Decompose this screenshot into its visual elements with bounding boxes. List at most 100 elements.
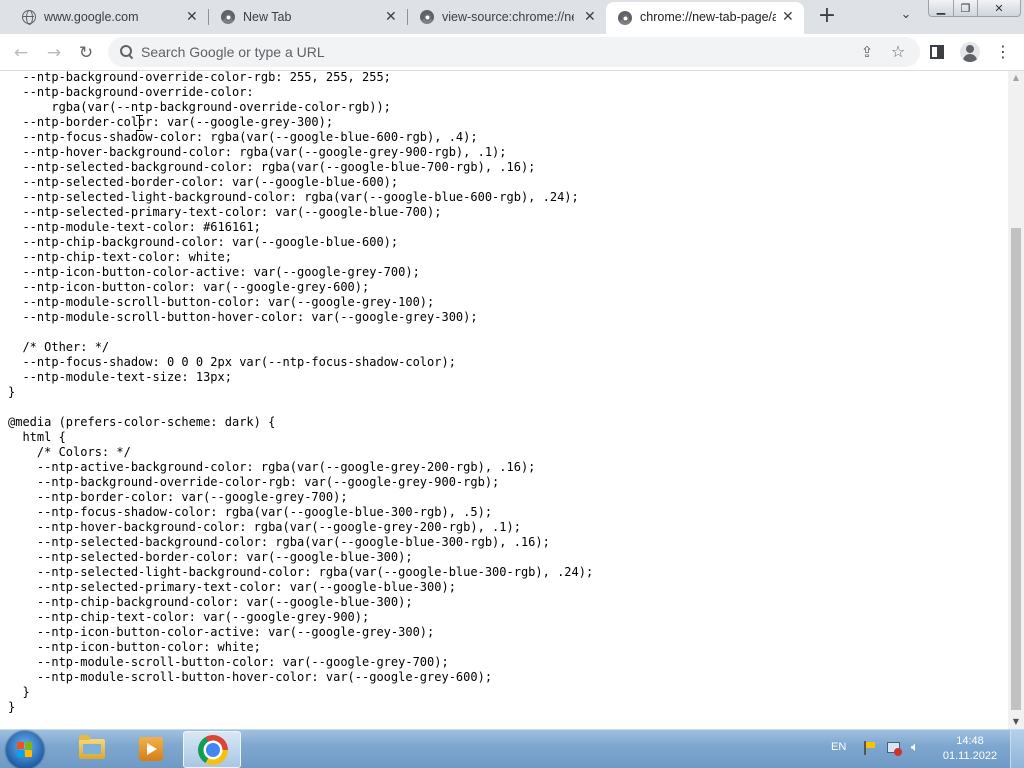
arrow-right-icon: → — [46, 43, 62, 63]
source-line: --ntp-focus-shadow: 0 0 0 2px var(--ntp-… — [8, 355, 456, 369]
source-view[interactable]: --ntp-background-override-color-rgb: 255… — [0, 71, 1008, 729]
clock[interactable]: 14:48 01.11.2022 — [938, 734, 1002, 764]
action-center-flag-icon[interactable] — [861, 740, 877, 756]
network-icon[interactable] — [886, 740, 902, 756]
tab-google[interactable]: www.google.com ✕ — [8, 0, 208, 34]
source-line: --ntp-selected-primary-text-color: var(-… — [8, 205, 442, 219]
source-line: --ntp-border-color: var(--google-grey-70… — [8, 490, 348, 504]
scroll-up-arrow-icon[interactable]: ▲ — [1008, 71, 1024, 85]
chrome-icon — [221, 10, 235, 24]
source-line: --ntp-module-scroll-button-color: var(--… — [8, 295, 435, 309]
source-line: --ntp-background-override-color-rgb: 255… — [8, 71, 391, 84]
share-icon[interactable]: ⇪ — [858, 43, 876, 61]
tab-new-tab[interactable]: New Tab ✕ — [209, 0, 407, 34]
browser-toolbar: ← → ↻ ⇪ ☆ ⋮ — [0, 34, 1024, 71]
minimize-icon: ▁ — [936, 1, 946, 15]
volume-icon[interactable]: 🔈︎ — [911, 740, 927, 756]
taskbar-item-chrome[interactable] — [183, 731, 241, 768]
close-icon[interactable]: ✕ — [186, 10, 198, 24]
windows-logo-icon — [17, 742, 33, 758]
source-line: --ntp-active-background-color: rgba(var(… — [8, 460, 536, 474]
source-line: --ntp-background-override-color-rgb: var… — [8, 475, 500, 489]
source-line: --ntp-selected-border-color: var(--googl… — [8, 175, 399, 189]
source-code: --ntp-background-override-color-rgb: 255… — [8, 71, 593, 715]
source-line: --ntp-selected-light-background-color: r… — [8, 190, 579, 204]
tab-search-chevron-icon[interactable]: ⌄ — [897, 7, 915, 25]
back-button[interactable]: ← — [9, 41, 33, 65]
source-line: --ntp-selected-light-background-color: r… — [8, 565, 594, 579]
source-line: --ntp-icon-button-color-active: var(--go… — [8, 265, 420, 279]
scrollbar-thumb[interactable] — [1011, 228, 1021, 710]
source-line: --ntp-chip-text-color: white; — [8, 250, 232, 264]
taskbar: EN 🔈︎ 14:48 01.11.2022 — [0, 729, 1024, 768]
source-line: --ntp-icon-button-color: var(--google-gr… — [8, 280, 370, 294]
bookmark-star-icon[interactable]: ☆ — [889, 42, 907, 61]
chrome-icon — [618, 11, 632, 25]
source-line: --ntp-module-scroll-button-color: var(--… — [8, 655, 449, 669]
source-line: --ntp-background-override-color: — [8, 85, 254, 99]
source-line: } — [8, 700, 16, 714]
source-line: @media (prefers-color-scheme: dark) { — [8, 415, 276, 429]
clock-time: 14:48 — [956, 735, 984, 747]
scroll-down-arrow-icon[interactable]: ▼ — [1008, 715, 1024, 729]
source-line: rgba(var(--ntp-background-override-color… — [8, 100, 391, 114]
arrow-left-icon: ← — [13, 43, 29, 63]
source-line: --ntp-module-text-size: 13px; — [8, 370, 232, 384]
source-line: --ntp-icon-button-color-active: var(--go… — [8, 625, 435, 639]
close-icon: ✕ — [994, 1, 1004, 15]
source-line: html { — [8, 430, 66, 444]
start-button[interactable] — [6, 731, 44, 768]
source-line: --ntp-chip-text-color: var(--google-grey… — [8, 610, 370, 624]
reload-button[interactable]: ↻ — [74, 41, 98, 65]
media-player-icon — [139, 737, 163, 761]
tab-strip: www.google.com ✕ New Tab ✕ view-source:c… — [0, 0, 1024, 34]
source-line — [8, 325, 593, 340]
source-line: --ntp-hover-background-color: rgba(var(-… — [8, 520, 521, 534]
source-line: --ntp-selected-background-color: rgba(va… — [8, 160, 536, 174]
source-line: /* Colors: */ — [8, 445, 131, 459]
close-icon[interactable]: ✕ — [782, 10, 794, 24]
clock-date: 01.11.2022 — [942, 750, 998, 762]
taskbar-item-media-player[interactable] — [122, 731, 180, 768]
source-line: --ntp-selected-border-color: var(--googl… — [8, 550, 413, 564]
tab-title: New Tab — [243, 10, 292, 24]
show-desktop-button[interactable] — [1010, 730, 1024, 768]
source-line: /* Other: */ — [8, 340, 110, 354]
globe-icon — [22, 10, 36, 25]
tab-title: view-source:chrome://new — [442, 10, 574, 24]
restore-icon: ❐ — [960, 1, 971, 15]
close-icon[interactable]: ✕ — [584, 10, 596, 24]
source-line: --ntp-icon-button-color: white; — [8, 640, 261, 654]
source-line — [8, 400, 593, 415]
close-icon[interactable]: ✕ — [385, 10, 397, 24]
source-line: --ntp-module-scroll-button-hover-color: … — [8, 670, 493, 684]
source-line: } — [8, 685, 30, 699]
omnibox[interactable]: ⇪ ☆ — [108, 37, 920, 67]
forward-button[interactable]: → — [42, 41, 66, 65]
source-line: --ntp-selected-primary-text-color: var(-… — [8, 580, 456, 594]
tab-title: www.google.com — [44, 10, 139, 24]
vertical-scrollbar[interactable]: ▲ ▼ — [1008, 71, 1024, 729]
chrome-icon — [198, 735, 228, 765]
source-line: --ntp-chip-background-color: var(--googl… — [8, 235, 399, 249]
source-line: --ntp-hover-background-color: rgba(var(-… — [8, 145, 507, 159]
restore-button[interactable]: ❐ — [953, 0, 978, 17]
taskbar-item-explorer[interactable] — [62, 731, 120, 768]
chrome-icon — [420, 10, 434, 24]
tab-title: chrome://new-tab-page/a — [640, 10, 776, 24]
source-line: --ntp-chip-background-color: var(--googl… — [8, 595, 413, 609]
tab-new-tab-page[interactable]: chrome://new-tab-page/a ✕ — [606, 2, 804, 34]
close-window-button[interactable]: ✕ — [977, 0, 1021, 17]
language-indicator[interactable]: EN — [831, 741, 846, 753]
source-line: --ntp-selected-background-color: rgba(va… — [8, 535, 550, 549]
source-line: --ntp-focus-shadow-color: rgba(var(--goo… — [8, 505, 493, 519]
tab-view-source[interactable]: view-source:chrome://new ✕ — [408, 0, 606, 34]
side-panel-icon[interactable] — [930, 45, 944, 59]
address-input[interactable] — [141, 42, 841, 62]
kebab-menu-icon[interactable]: ⋮ — [995, 43, 1011, 61]
profile-avatar-icon[interactable] — [960, 42, 980, 62]
minimize-button[interactable]: ▁ — [928, 0, 954, 17]
new-tab-button[interactable]: + — [816, 5, 838, 28]
search-icon — [120, 45, 133, 58]
source-line: --ntp-module-text-color: #616161; — [8, 220, 261, 234]
